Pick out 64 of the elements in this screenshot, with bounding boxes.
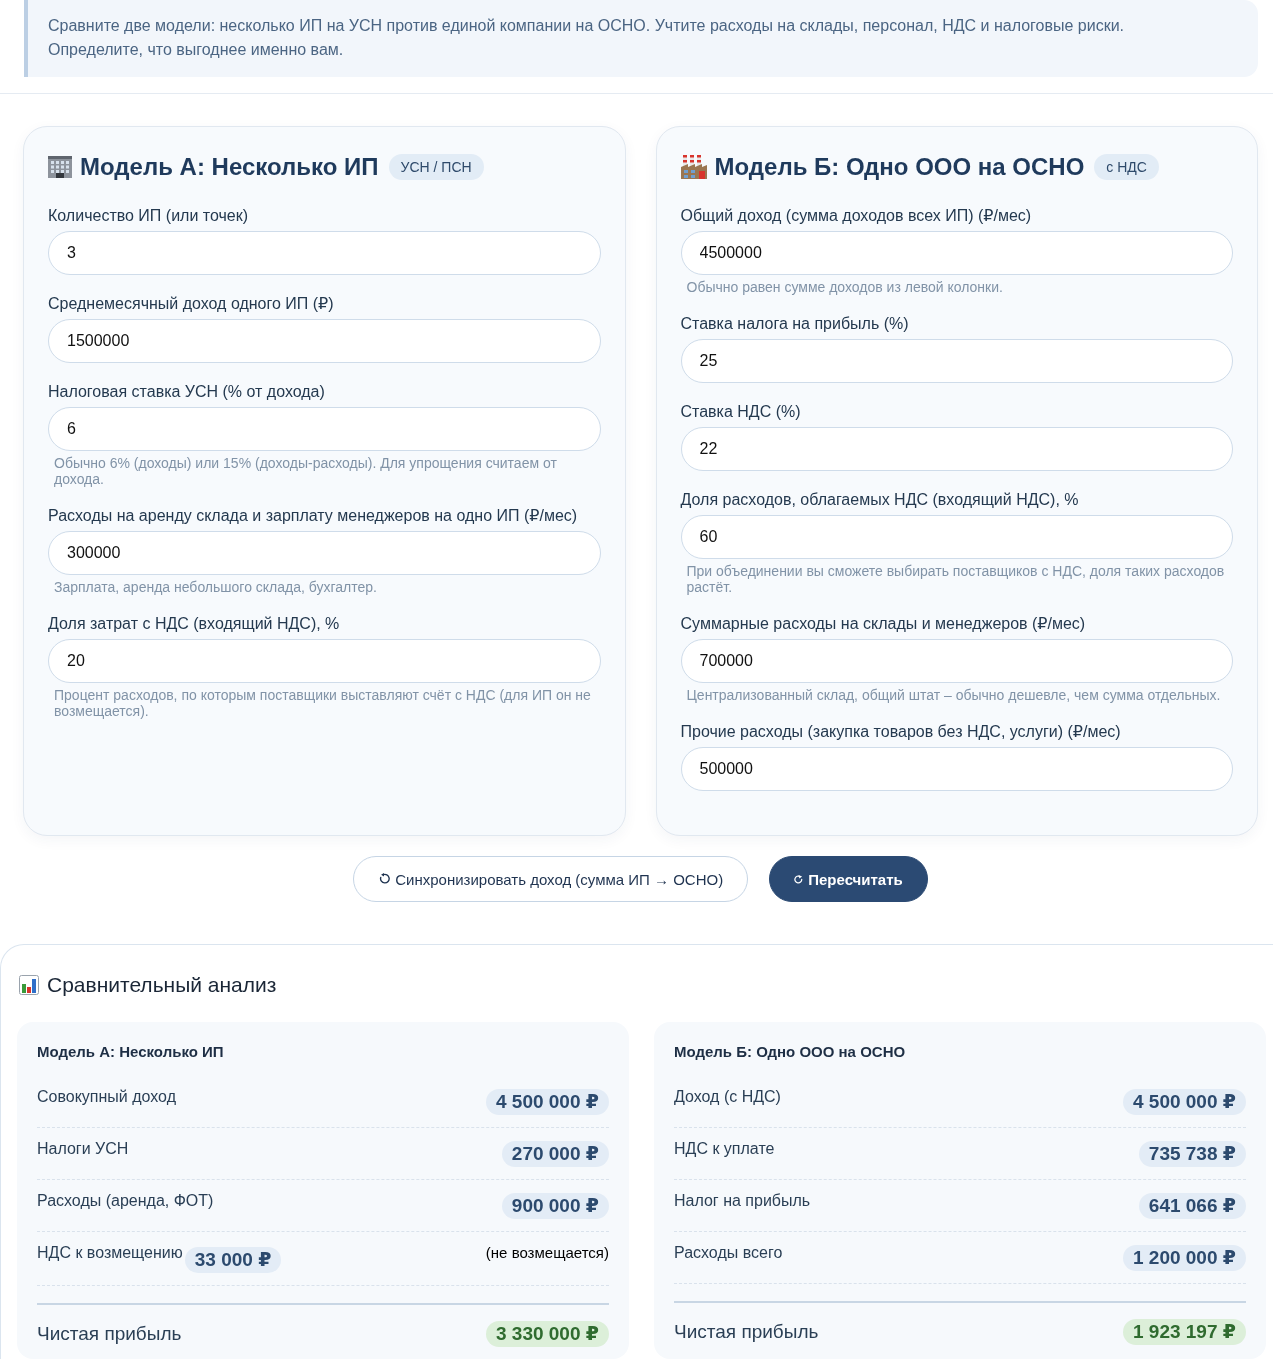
intro-text: Сравните две модели: несколько ИП на УСН против единой компании на ОСНО. Учтите расходы на склады, персонал, НДС и налоговые риски. Определите, что выгоднее именно вам. [48,16,1126,60]
metric-label: Налог на прибыль [674,1191,811,1211]
field-label: Среднемесячный доход одного ИП (₽) [48,295,335,313]
input-field[interactable]: 25 [680,339,1233,383]
field-hint: Централизованный склад, общий штат – обычно дешевле, чем сумма отдельных. [685,687,1222,703]
sync-button[interactable]: Синхронизировать доход (сумма ИП → ОСНО) [353,856,749,902]
field-label: Общий доход (сумма доходов всех ИП) (₽/мес) [680,207,1033,225]
card-title: Модель А: Несколько ИП [80,152,379,182]
metric-value: 4 500 000 ₽ [485,1089,609,1115]
metric-value: 4 500 000 ₽ [1122,1089,1246,1115]
metric-label: Расходы всего [674,1243,783,1263]
refresh-icon [794,874,804,884]
field-label: Расходы на аренду склада и зарплату менеджеров на одно ИП (₽/мес) [48,507,579,525]
card-title: Модель Б: Одно ООО на ОСНО [714,152,1085,182]
result-card-title: Модель Б: Одно ООО на ОСНО [674,1042,907,1062]
net-profit-label: Чистая прибыль [674,1320,819,1344]
metric-value: 1 200 000 ₽ [1122,1245,1246,1271]
metric-note: (не возмещается) [485,1243,609,1263]
input-field[interactable]: 700000 [680,639,1233,683]
metric-label: Совокупный доход [37,1087,176,1107]
field-label: Количество ИП (или точек) [48,207,250,225]
net-profit-label: Чистая прибыль [37,1322,182,1346]
metric-label: НДС к уплате [674,1139,775,1159]
input-field[interactable]: 4500000 [680,231,1233,275]
net-profit-value: 1 923 197 ₽ [1122,1319,1246,1345]
metric-value: 900 000 ₽ [501,1193,609,1219]
field-hint: При объединении вы сможете выбирать поставщиков с НДС, доля таких расходов растёт. [685,563,1226,595]
field-hint: Обычно равен сумме доходов из левой колонки. [685,279,1004,295]
field-label: Суммарные расходы на склады и менеджеров (₽/мес) [680,615,1087,633]
field-label: Ставка налога на прибыль (%) [680,315,910,333]
field-hint: Процент расходов, по которым поставщики выставляют счёт с НДС (для ИП он не возмещается). [53,687,592,719]
tax-badge: УСН / ПСН [388,154,484,180]
factory-icon [680,155,707,179]
metric-label: Доход (с НДС) [674,1087,781,1107]
building-icon [48,156,72,178]
input-field[interactable]: 6 [48,407,601,451]
field-label: Прочие расходы (закупка товаров без НДС, услуги) (₽/мес) [680,723,1122,741]
input-field[interactable]: 1500000 [48,319,601,363]
metric-value: 33 000 ₽ [184,1247,282,1273]
metric-value: 270 000 ₽ [501,1141,609,1167]
metric-label: Расходы (аренда, ФОТ) [37,1191,214,1211]
tax-badge: с НДС [1094,154,1159,180]
net-profit-value: 3 330 000 ₽ [485,1321,609,1347]
field-hint: Обычно 6% (доходы) или 15% (доходы-расходы). Для упрощения считаем от дохода. [53,455,558,487]
field-label: Налоговая ставка УСН (% от дохода) [48,383,326,401]
field-label: Доля затрат с НДС (входящий НДС), % [48,615,341,633]
field-label: Ставка НДС (%) [680,403,802,421]
metric-value: 735 738 ₽ [1138,1141,1246,1167]
result-card-title: Модель А: Несколько ИП [37,1042,225,1062]
bar-chart-icon [19,975,39,995]
input-field[interactable]: 60 [680,515,1233,559]
recalculate-button[interactable]: Пересчитать [769,856,928,902]
input-field[interactable]: 20 [48,639,601,683]
metric-label: Налоги УСН [37,1139,129,1159]
metric-value: 641 066 ₽ [1138,1193,1246,1219]
input-field[interactable]: 22 [680,427,1233,471]
input-field[interactable]: 300000 [48,531,601,575]
section-title: Сравнительный анализ [47,972,277,998]
input-field[interactable]: 500000 [680,747,1233,791]
refresh-icon [378,873,391,885]
input-field[interactable]: 3 [48,231,601,275]
metric-label: НДС к возмещению [37,1243,183,1263]
field-label: Доля расходов, облагаемых НДС (входящий НДС), % [680,491,1080,509]
field-hint: Зарплата, аренда небольшого склада, бухгалтер. [53,579,378,595]
